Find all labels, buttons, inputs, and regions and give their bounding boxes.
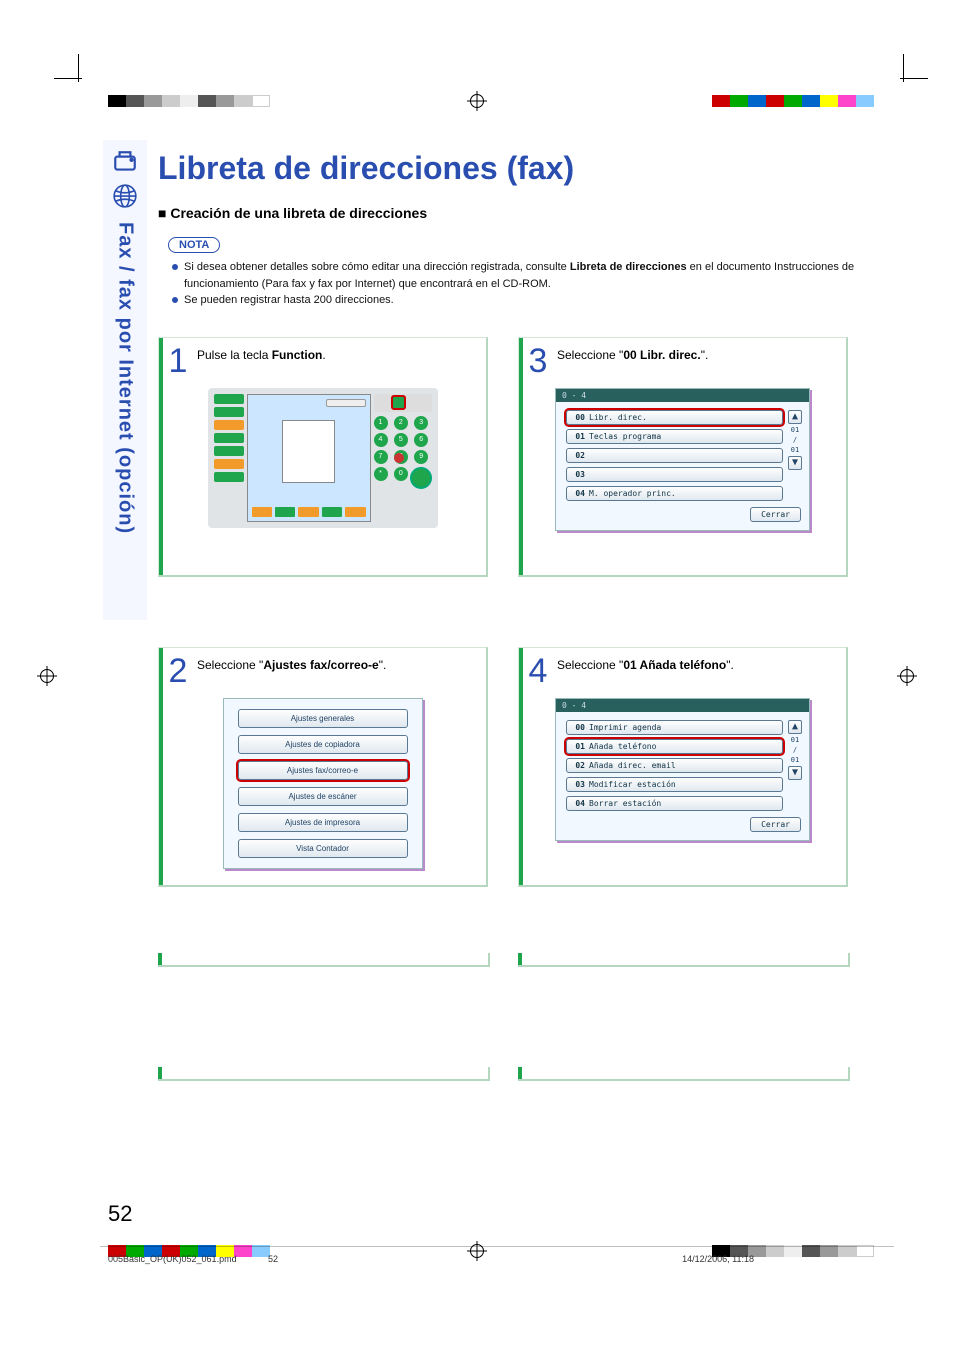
step-number: 2 <box>167 654 189 688</box>
note-item: Si desea obtener detalles sobre cómo edi… <box>172 259 858 292</box>
footer-divider <box>100 1246 894 1247</box>
continuation-stripe <box>518 953 848 965</box>
step-instruction: Seleccione "01 Añada teléfono". <box>557 654 734 672</box>
globe-icon <box>111 182 139 210</box>
list-row: 02 <box>566 448 783 463</box>
registration-top <box>0 86 954 116</box>
page-content: Libreta de direcciones (fax) Creación de… <box>158 150 858 1097</box>
continuation-stripe <box>158 953 488 965</box>
registration-mark-icon <box>900 669 914 683</box>
crop-mark-icon <box>68 68 88 88</box>
footer-page: 52 <box>268 1254 278 1264</box>
list-row: 01Teclas programa <box>566 429 783 444</box>
arrow-down-icon: ▼ <box>788 766 802 780</box>
breadcrumb: 0 - 4 <box>556 699 809 712</box>
note-badge: NOTA <box>168 237 220 253</box>
color-bar <box>712 95 874 107</box>
list-screenshot: 0 - 4 00Imprimir agenda 01Añada teléfono… <box>555 698 810 841</box>
note-list: Si desea obtener detalles sobre cómo edi… <box>172 259 858 309</box>
menu-item: Ajustes de impresora <box>238 813 408 832</box>
list-screenshot: 0 - 4 00Libr. direc. 01Teclas programa 0… <box>555 388 810 531</box>
scroll-indicator: ▲ 01 / 01 ▼ <box>787 720 803 811</box>
accent-stripe <box>519 338 523 575</box>
list-row: 03 <box>566 467 783 482</box>
copier-icon <box>111 148 139 176</box>
menu-item: Ajustes de escáner <box>238 787 408 806</box>
menu-item: Ajustes generales <box>238 709 408 728</box>
list-row-highlighted: 00Libr. direc. <box>566 410 783 425</box>
stop-button-icon <box>394 453 404 463</box>
step-number: 1 <box>167 344 189 378</box>
close-button: Cerrar <box>750 507 801 522</box>
accent-stripe <box>159 338 163 575</box>
arrow-up-icon: ▲ <box>788 410 802 424</box>
registration-mark-icon <box>470 94 484 108</box>
list-row: 04M. operador princ. <box>566 486 783 501</box>
steps-grid: 1 Pulse la tecla Function. <box>158 337 858 1097</box>
continuation-stripe <box>158 1067 488 1079</box>
list-row-highlighted: 01Añada teléfono <box>566 739 783 754</box>
step-instruction: Pulse la tecla Function. <box>197 344 326 362</box>
device-panel-illustration: 123456789*0# <box>159 388 486 528</box>
menu-item: Vista Contador <box>238 839 408 858</box>
step-card-3: 3 Seleccione "00 Libr. direc.". 0 - 4 00… <box>518 337 848 577</box>
arrow-up-icon: ▲ <box>788 720 802 734</box>
step-instruction: Seleccione "Ajustes fax/correo-e". <box>197 654 386 672</box>
registration-mark-icon <box>40 669 54 683</box>
section-heading: Creación de una libreta de direcciones <box>158 205 858 221</box>
list-row: 02Añada direc. email <box>566 758 783 773</box>
page-title: Libreta de direcciones (fax) <box>158 150 858 187</box>
side-tab-label: Fax / fax por Internet (opción) <box>114 222 137 534</box>
step-instruction: Seleccione "00 Libr. direc.". <box>557 344 708 362</box>
step-card-1: 1 Pulse la tecla Function. <box>158 337 488 577</box>
scroll-indicator: ▲ 01 / 01 ▼ <box>787 410 803 501</box>
side-tab: Fax / fax por Internet (opción) <box>103 140 147 620</box>
list-row: 00Imprimir agenda <box>566 720 783 735</box>
step-number: 3 <box>527 344 549 378</box>
list-row: 04Borrar estación <box>566 796 783 811</box>
start-button-icon <box>410 467 432 489</box>
arrow-down-icon: ▼ <box>788 456 802 470</box>
footer-filename: 005Basic_OP(UK)052_061.pmd <box>108 1254 237 1264</box>
menu-item-highlighted: Ajustes fax/correo-e <box>238 761 408 780</box>
step-card-4: 4 Seleccione "01 Añada teléfono". 0 - 4 … <box>518 647 848 887</box>
menu-item: Ajustes de copiadora <box>238 735 408 754</box>
page-number: 52 <box>108 1201 132 1227</box>
breadcrumb: 0 - 4 <box>556 389 809 402</box>
footer-date: 14/12/2006, 11:18 <box>682 1254 754 1264</box>
continuation-stripe <box>518 1067 848 1079</box>
list-row: 03Modificar estación <box>566 777 783 792</box>
note-item: Se pueden registrar hasta 200 direccione… <box>172 292 858 309</box>
step-card-2: 2 Seleccione "Ajustes fax/correo-e". Aju… <box>158 647 488 887</box>
step-number: 4 <box>527 654 549 688</box>
close-button: Cerrar <box>750 817 801 832</box>
function-key-icon <box>391 395 406 410</box>
accent-stripe <box>159 648 163 885</box>
grayscale-bar <box>108 95 270 107</box>
crop-mark-icon <box>894 68 914 88</box>
accent-stripe <box>519 648 523 885</box>
settings-menu-screenshot: Ajustes generales Ajustes de copiadora A… <box>223 698 423 869</box>
